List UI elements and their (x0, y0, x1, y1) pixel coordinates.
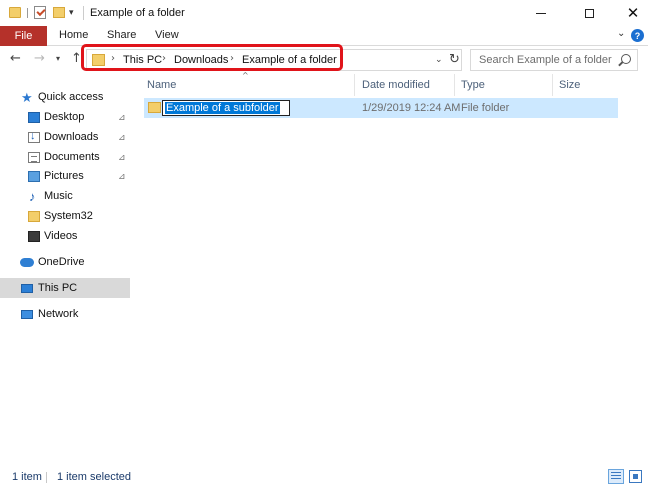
videos-icon (28, 230, 40, 242)
sidebar-item-videos[interactable]: Videos (0, 226, 130, 246)
sidebar-item-label: Quick access (38, 91, 104, 103)
sidebar-item-label: Desktop (44, 111, 85, 123)
sidebar-item-pictures[interactable]: Pictures ⊿ (0, 166, 130, 186)
large-icons-view-icon[interactable] (628, 469, 642, 483)
sidebar-item-this-pc[interactable]: This PC (0, 278, 130, 298)
new-folder-icon[interactable] (53, 7, 65, 18)
column-header-date-modified[interactable]: Date modified (362, 79, 430, 91)
sidebar-item-label: Pictures (44, 170, 84, 182)
search-input[interactable]: Search Example of a folder (470, 49, 638, 71)
sidebar-item-music[interactable]: ♪ Music (0, 186, 130, 206)
date-modified-cell: 1/29/2019 12:24 AM (362, 102, 461, 114)
address-history-chevron-icon[interactable]: ⌄ (435, 55, 443, 65)
folder-icon (9, 7, 21, 18)
maximize-button[interactable] (566, 0, 612, 26)
sidebar-item-label: Network (38, 308, 79, 320)
column-divider[interactable] (552, 74, 553, 96)
quick-access-divider (27, 8, 28, 18)
item-count: 1 item (12, 471, 42, 483)
sidebar-item-label: This PC (38, 282, 78, 294)
sidebar-item-desktop[interactable]: Desktop ⊿ (0, 107, 130, 127)
pictures-icon (28, 170, 40, 182)
star-icon: ★ (21, 89, 33, 105)
tab-home[interactable]: Home (59, 29, 88, 41)
minimize-icon (536, 12, 546, 14)
column-headers: ^ Name Date modified Type Size (134, 71, 648, 96)
expand-ribbon-chevron-icon[interactable]: ⌄ (617, 28, 625, 39)
properties-icon[interactable] (34, 6, 46, 19)
refresh-icon[interactable]: ↻ (449, 52, 460, 67)
sidebar-item-documents[interactable]: Documents ⊿ (0, 147, 130, 167)
search-placeholder: Search Example of a folder (479, 54, 612, 66)
maximize-icon (584, 8, 594, 18)
sidebar-item-quick-access[interactable]: ★ Quick access (0, 87, 130, 107)
sidebar-item-label: OneDrive (38, 256, 85, 268)
downloads-icon (28, 130, 40, 143)
tab-file[interactable]: File (0, 26, 47, 46)
rename-input[interactable]: Example of a subfolder (162, 100, 290, 116)
help-icon[interactable]: ? (631, 29, 644, 42)
minimize-button[interactable] (518, 0, 564, 26)
column-header-size[interactable]: Size (559, 79, 580, 91)
forward-arrow-icon[interactable]: → (34, 51, 45, 66)
back-arrow-icon[interactable]: ← (10, 51, 21, 66)
recent-locations-chevron-icon[interactable]: ▾ (56, 54, 60, 63)
table-row[interactable]: Example of a subfolder 1/29/2019 12:24 A… (144, 98, 618, 118)
search-icon[interactable] (621, 54, 631, 64)
folder-icon (148, 102, 161, 113)
tab-view[interactable]: View (155, 29, 179, 41)
type-cell: File folder (461, 102, 510, 114)
desktop-icon (28, 111, 40, 123)
column-divider[interactable] (354, 74, 355, 96)
file-list: ^ Name Date modified Type Size Example o… (134, 71, 648, 464)
title-divider (83, 6, 84, 20)
close-button[interactable]: ✕ (610, 0, 648, 26)
sidebar-item-label: Downloads (44, 131, 99, 143)
column-header-type[interactable]: Type (461, 79, 485, 91)
sidebar-item-downloads[interactable]: Downloads ⊿ (0, 127, 130, 147)
music-icon: ♪ (29, 188, 36, 204)
sidebar-item-label: Videos (44, 230, 78, 242)
address-highlight-annotation (81, 44, 343, 71)
sort-ascending-icon: ^ (242, 71, 249, 80)
selected-count: 1 item selected (57, 471, 131, 483)
onedrive-icon (20, 257, 34, 267)
sidebar-item-label: Music (44, 190, 73, 202)
title-bar: ▾ Example of a folder ✕ (0, 0, 648, 26)
navigation-pane: ★ Quick access Desktop ⊿ Downloads ⊿ Doc… (0, 74, 134, 464)
tab-share[interactable]: Share (107, 29, 136, 41)
details-view-icon[interactable] (608, 469, 624, 484)
pin-icon: ⊿ (118, 131, 126, 142)
pc-icon (21, 283, 33, 293)
rename-input-value: Example of a subfolder (165, 102, 280, 114)
sidebar-item-label: System32 (44, 210, 93, 222)
sidebar-item-system32[interactable]: System32 (0, 206, 130, 226)
window-title: Example of a folder (90, 7, 185, 19)
pin-icon: ⊿ (118, 170, 126, 181)
status-bar: 1 item 1 item selected (0, 464, 648, 488)
documents-icon (28, 151, 40, 163)
column-header-name[interactable]: Name (147, 79, 176, 91)
pin-icon: ⊿ (118, 111, 126, 122)
close-icon: ✕ (626, 4, 640, 22)
sidebar-item-label: Documents (44, 151, 100, 163)
status-divider (46, 472, 47, 483)
network-icon (21, 309, 33, 319)
pin-icon: ⊿ (118, 151, 126, 162)
customize-toolbar-chevron-icon[interactable]: ▾ (69, 8, 74, 18)
sidebar-item-onedrive[interactable]: OneDrive (0, 252, 130, 272)
column-divider[interactable] (454, 74, 455, 96)
sidebar-item-network[interactable]: Network (0, 304, 130, 324)
folder-icon (28, 210, 40, 222)
ribbon-tabs: File Home Share View ⌄ ? (0, 26, 648, 46)
